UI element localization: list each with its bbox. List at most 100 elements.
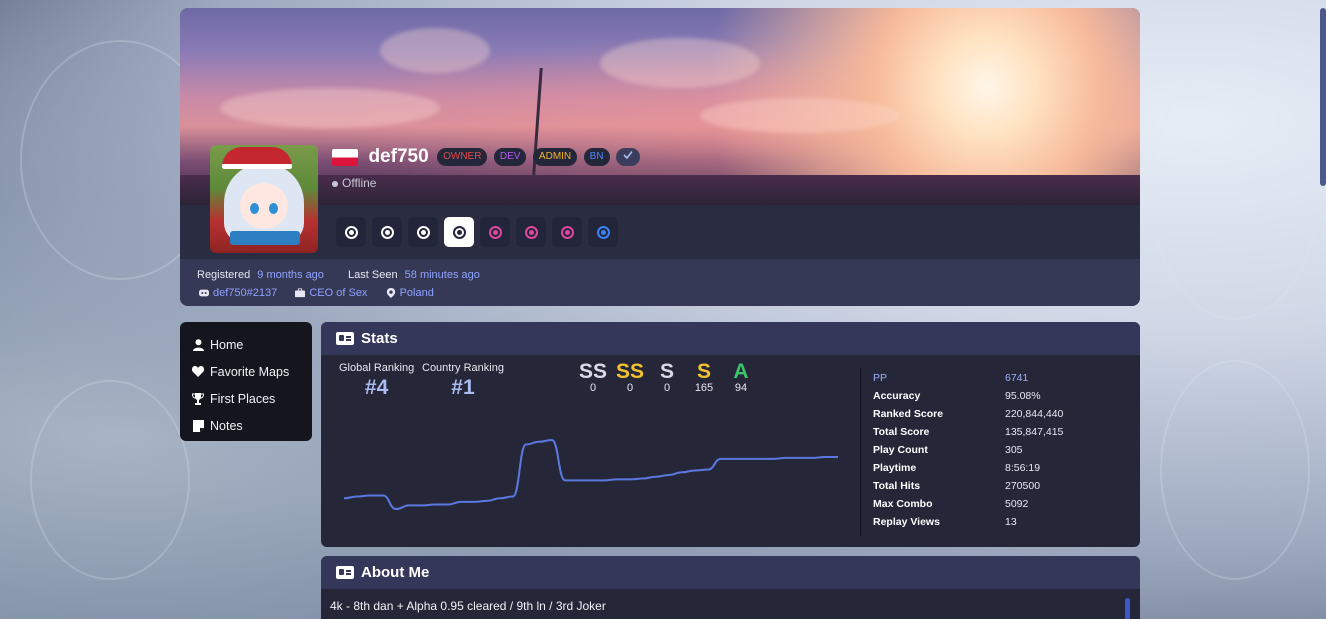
- stat-value: 13: [1005, 516, 1017, 528]
- gamemode-selector: [336, 217, 618, 247]
- badge-bn: BN: [583, 148, 610, 166]
- verified-badge: [615, 148, 640, 166]
- rank-history-point[interactable]: [468, 496, 480, 508]
- rank-history-point[interactable]: [559, 474, 571, 486]
- rank-history-point[interactable]: [741, 453, 753, 465]
- rank-history-point[interactable]: [832, 451, 844, 463]
- rank-history-point[interactable]: [806, 452, 818, 464]
- avatar-hat: [222, 147, 292, 169]
- rank-history-point[interactable]: [637, 473, 649, 485]
- stats-card: Stats Global Ranking #4 Country Ranking …: [321, 322, 1140, 547]
- stat-key: Ranked Score: [873, 408, 944, 420]
- stat-row-play-count: Play Count 305: [873, 444, 1063, 462]
- rank-history-point[interactable]: [676, 466, 688, 478]
- autopilot-standard-icon: [596, 225, 610, 239]
- about-header: About Me: [321, 556, 1140, 589]
- rank-history-point[interactable]: [819, 451, 831, 463]
- avatar[interactable]: [210, 145, 318, 253]
- mode-osu-mania-button[interactable]: [444, 217, 474, 247]
- rank-history-chart: [341, 437, 844, 512]
- rank-history-point[interactable]: [377, 490, 389, 502]
- user-location: Poland: [399, 287, 434, 299]
- rank-history-point[interactable]: [663, 469, 675, 481]
- rank-history-point[interactable]: [403, 499, 415, 511]
- sidebar-item-home[interactable]: Home: [192, 331, 300, 358]
- rank-history-point[interactable]: [767, 453, 779, 465]
- rank-history-point[interactable]: [598, 474, 610, 486]
- banner-cloud: [380, 28, 490, 73]
- about-scrollbar[interactable]: [1125, 598, 1130, 619]
- avatar-eye: [250, 203, 259, 214]
- rank-history-point[interactable]: [585, 474, 597, 486]
- mode-relax-taiko-button[interactable]: [516, 217, 546, 247]
- rank-history-point[interactable]: [624, 473, 636, 485]
- stat-key: PP: [873, 372, 888, 384]
- rank-history-point[interactable]: [507, 490, 519, 502]
- rank-history-point[interactable]: [520, 438, 532, 450]
- rank-history-point[interactable]: [533, 437, 545, 448]
- profile-identity: def750 OWNER DEV ADMIN BN Offline: [332, 146, 640, 190]
- rank-history-point[interactable]: [364, 490, 376, 502]
- id-card-icon: [336, 332, 354, 345]
- rank-history-point[interactable]: [650, 471, 662, 483]
- stat-row-ranked-score: Ranked Score 220,844,440: [873, 408, 1063, 426]
- global-ranking: Global Ranking #4: [339, 362, 414, 400]
- id-card-icon: [336, 566, 354, 579]
- mode-osu-catch-button[interactable]: [408, 217, 438, 247]
- stat-value: 5092: [1005, 498, 1029, 510]
- stat-row-accuracy: Accuracy 95.08%: [873, 390, 1063, 408]
- rank-history-point[interactable]: [702, 464, 714, 476]
- about-title: About Me: [361, 564, 430, 581]
- osu-catch-icon: [416, 225, 430, 239]
- background-decoration: [1150, 60, 1320, 320]
- mode-osu-standard-button[interactable]: [336, 217, 366, 247]
- rank-history-point[interactable]: [728, 453, 740, 465]
- mode-relax-standard-button[interactable]: [480, 217, 510, 247]
- rank-history-point[interactable]: [429, 499, 441, 511]
- rank-history-point[interactable]: [793, 452, 805, 464]
- rank-history-point[interactable]: [494, 492, 506, 504]
- background-decoration: [1160, 360, 1310, 580]
- grade-label: S: [659, 360, 674, 383]
- user-icon: [192, 338, 204, 351]
- mode-osu-taiko-button[interactable]: [372, 217, 402, 247]
- discord-handle[interactable]: def750#2137: [213, 287, 277, 299]
- mode-autopilot-standard-button[interactable]: [588, 217, 618, 247]
- badge-admin: ADMIN: [532, 148, 578, 166]
- stat-key: Total Score: [873, 426, 930, 438]
- sidebar-item-notes[interactable]: Notes: [192, 412, 300, 439]
- rank-history-point[interactable]: [416, 499, 428, 511]
- rank-history-point[interactable]: [351, 490, 363, 502]
- rank-history-point[interactable]: [715, 453, 727, 465]
- briefcase-icon: [295, 288, 306, 298]
- status-text: Offline: [342, 176, 377, 190]
- stats-table: PP 6741 Accuracy 95.08% Ranked Score 220,84…: [873, 372, 1063, 534]
- grade-count: 94: [734, 382, 748, 394]
- grade-count: 165: [694, 382, 714, 394]
- username: def750: [368, 146, 429, 167]
- sidebar-item-label: Notes: [210, 418, 243, 433]
- avatar-face: [240, 183, 288, 229]
- country-ranking-label: Country Ranking: [422, 362, 504, 374]
- stats-header: Stats: [321, 322, 1140, 355]
- stats-divider: [860, 368, 861, 536]
- sidebar-item-first-places[interactable]: First Places: [192, 385, 300, 412]
- rank-history-point[interactable]: [689, 464, 701, 476]
- relax-standard-icon: [488, 225, 502, 239]
- banner-cloud: [220, 88, 440, 128]
- rank-history-point[interactable]: [481, 495, 493, 507]
- rank-history-point[interactable]: [780, 452, 792, 464]
- mode-relax-catch-button[interactable]: [552, 217, 582, 247]
- rank-history-point[interactable]: [754, 453, 766, 465]
- rank-history-point[interactable]: [455, 496, 467, 508]
- page-scrollbar[interactable]: [1320, 8, 1326, 186]
- rank-history-point[interactable]: [390, 503, 402, 512]
- rank-history-point[interactable]: [611, 473, 623, 485]
- country-ranking: Country Ranking #1: [422, 362, 504, 400]
- sidebar-item-favorite-maps[interactable]: Favorite Maps: [192, 358, 300, 385]
- grade-label: SS: [578, 360, 607, 383]
- rank-history-point[interactable]: [341, 492, 350, 504]
- rank-history-point[interactable]: [442, 499, 454, 511]
- rank-history-point[interactable]: [572, 474, 584, 486]
- osu-mania-icon: [452, 225, 466, 239]
